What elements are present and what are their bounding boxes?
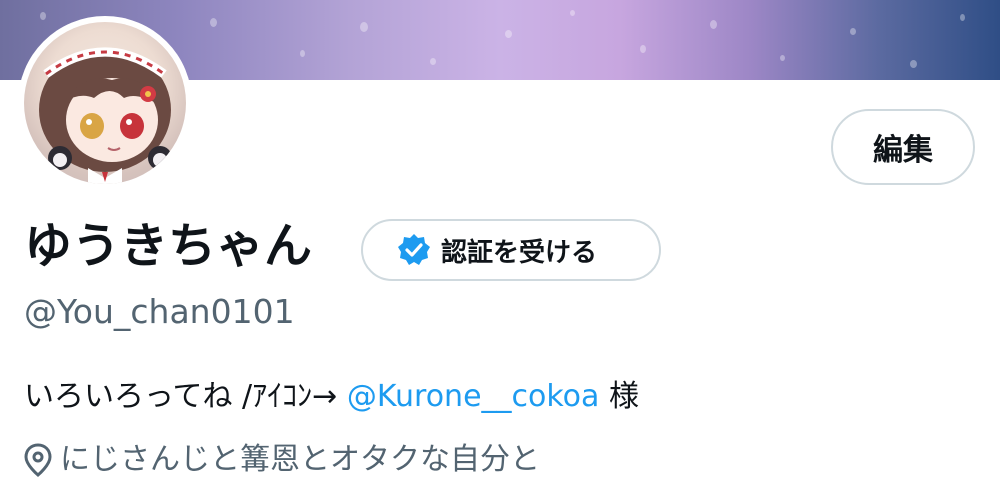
edit-profile-button[interactable]: 編集 <box>831 109 975 185</box>
profile-location: にじさんじと篝恩とオタクな自分と <box>24 438 540 482</box>
avatar[interactable] <box>24 22 186 184</box>
get-verified-button[interactable]: 認証を受ける <box>361 219 661 281</box>
location-text: にじさんじと篝恩とオタクな自分と <box>60 442 540 477</box>
display-name: ゆうきちゃん <box>24 218 313 274</box>
location-pin-icon <box>24 443 52 477</box>
edit-profile-label: 編集 <box>873 133 933 168</box>
bio-text: いろいろってね /ｱｲｺﾝ→ <box>24 379 347 414</box>
bio-mention-link[interactable]: @Kurone__cokoa <box>347 379 600 414</box>
get-verified-label: 認証を受ける <box>441 237 598 268</box>
username-handle: @You_chan0101 <box>24 292 295 331</box>
profile-bio: いろいろってね /ｱｲｺﾝ→ @Kurone__cokoa 様 <box>24 372 639 422</box>
bio-suffix: 様 <box>599 379 639 414</box>
verified-badge-icon <box>398 234 430 265</box>
